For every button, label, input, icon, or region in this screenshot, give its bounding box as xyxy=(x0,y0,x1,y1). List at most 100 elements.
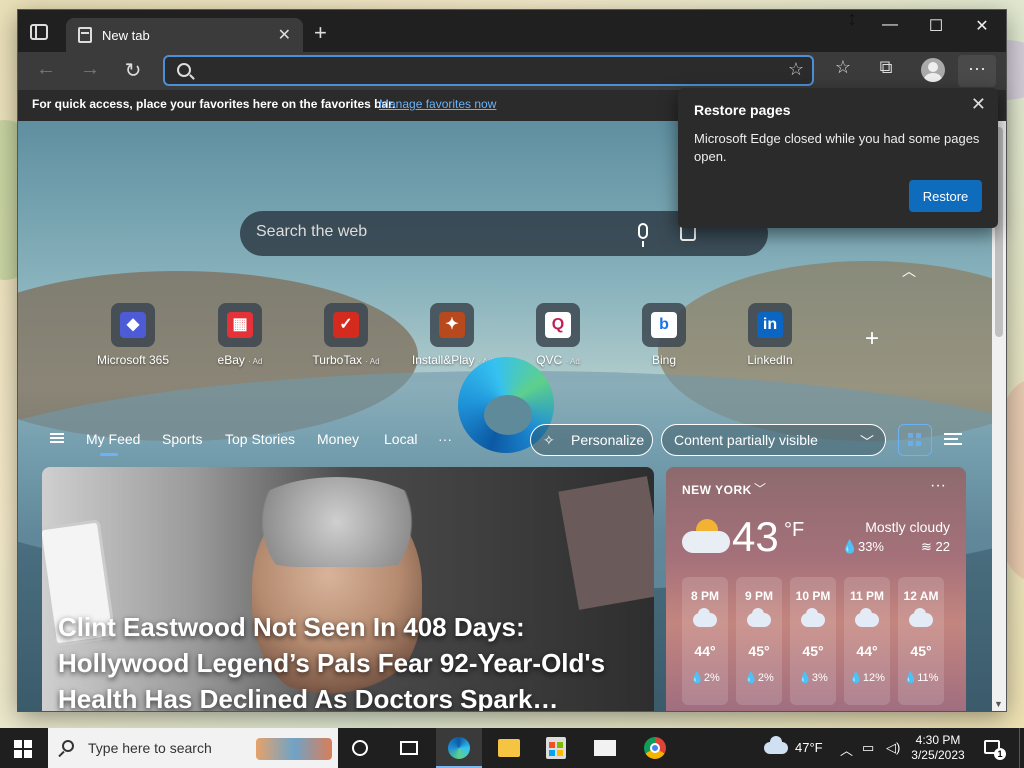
tab-my-feed[interactable]: My Feed xyxy=(86,431,140,456)
edge-icon xyxy=(448,737,470,759)
chevron-down-icon[interactable]: ﹀ xyxy=(754,480,766,497)
minimize-button[interactable]: — xyxy=(870,16,910,34)
close-dialog-icon[interactable]: ✕ xyxy=(971,94,986,115)
show-desktop-button[interactable] xyxy=(1019,728,1024,768)
tab-title: New tab xyxy=(102,28,150,43)
address-input[interactable] xyxy=(203,61,763,81)
hero-news-card[interactable]: Clint Eastwood Not Seen In 408 Days: Hol… xyxy=(42,467,654,711)
quick-link-logo-icon: b xyxy=(651,312,677,338)
quick-link-tile[interactable]: ✓ xyxy=(324,303,368,347)
new-tab-button[interactable]: + xyxy=(314,22,327,44)
cloud-icon xyxy=(747,608,771,627)
tab-new-tab[interactable]: New tab ✕ xyxy=(66,18,303,52)
manage-favorites-link[interactable]: Manage favorites now xyxy=(379,97,496,111)
quick-link-label: TurboTax · Ad xyxy=(298,353,394,367)
chevron-up-icon[interactable]: ︿ xyxy=(840,740,853,759)
quick-link-logo-icon: ✓ xyxy=(333,312,359,338)
chrome-icon[interactable] xyxy=(644,737,666,759)
settings-more-button[interactable]: ··· xyxy=(958,55,996,87)
quick-link-tile[interactable]: b xyxy=(642,303,686,347)
system-clock[interactable]: 4:30 PM 3/25/2023 xyxy=(906,733,970,763)
favorites-icon[interactable]: ☆ xyxy=(828,57,858,78)
task-view-icon[interactable] xyxy=(400,741,418,755)
partly-cloudy-icon xyxy=(682,519,730,555)
list-layout-icon[interactable] xyxy=(944,433,962,445)
quick-link-tile[interactable]: Q xyxy=(536,303,580,347)
quick-link-install-play[interactable]: ✦Install&Play · Ad xyxy=(404,303,500,367)
quick-link-tile[interactable]: in xyxy=(748,303,792,347)
hero-headline[interactable]: Clint Eastwood Not Seen In 408 Days: Hol… xyxy=(58,609,638,711)
network-icon[interactable]: ▭ xyxy=(862,740,874,756)
quick-link-qvc[interactable]: Q QVC · Ad xyxy=(510,303,606,367)
personalize-button[interactable]: ✧ Personalize xyxy=(530,424,653,456)
restore-pages-dialog: Restore pages ✕ Microsoft Edge closed wh… xyxy=(678,88,998,228)
title-bar: New tab ✕ + ↕ — ☐ ✕ xyxy=(18,10,1006,52)
collections-icon[interactable]: ⧉ xyxy=(871,57,901,78)
hourly-forecast-item[interactable]: 12 AM 45° 💧11% xyxy=(898,577,944,705)
tab-close-icon[interactable]: ✕ xyxy=(278,25,291,45)
cortana-icon[interactable] xyxy=(352,740,368,756)
hourly-forecast-item[interactable]: 11 PM 44° 💧12% xyxy=(844,577,890,705)
tab-money[interactable]: Money xyxy=(317,431,359,447)
weather-cloud-icon[interactable] xyxy=(764,736,788,754)
tab-local[interactable]: Local xyxy=(384,431,417,447)
weather-card[interactable]: NEW YORK ﹀ ··· 43 °F Mostly cloudy 💧33% … xyxy=(666,467,966,711)
microphone-icon[interactable] xyxy=(638,223,648,247)
back-arrow-icon[interactable]: ← xyxy=(31,58,61,81)
taskbar-search-box[interactable] xyxy=(48,728,338,768)
restore-dialog-title: Restore pages xyxy=(694,102,791,118)
refresh-icon[interactable]: ↻ xyxy=(118,58,148,83)
mail-icon[interactable] xyxy=(594,740,616,756)
restore-button[interactable]: Restore xyxy=(909,180,982,212)
chevron-up-icon[interactable]: ︿ xyxy=(902,261,916,281)
ad-badge: · Ad xyxy=(365,357,380,366)
forecast-time: 11 PM xyxy=(849,589,885,603)
tab-sports[interactable]: Sports xyxy=(162,431,202,447)
microsoft-store-icon[interactable] xyxy=(546,737,566,759)
taskbar-weather-temp[interactable]: 47°F xyxy=(795,740,823,755)
close-window-button[interactable]: ✕ xyxy=(962,16,1002,36)
quick-link-tile[interactable]: ▦ xyxy=(218,303,262,347)
quick-link-name: QVC xyxy=(536,353,563,367)
forecast-temp: 45° xyxy=(748,643,770,659)
grid-layout-icon[interactable] xyxy=(898,424,932,456)
more-tabs-button[interactable]: ··· xyxy=(438,431,452,447)
taskbar-search-input[interactable] xyxy=(88,740,258,756)
add-favorite-icon[interactable]: ☆ xyxy=(788,59,804,80)
quick-link-linkedin[interactable]: in LinkedIn xyxy=(722,303,818,367)
scroll-down-icon[interactable]: ▼ xyxy=(994,699,1003,709)
start-windows-icon[interactable] xyxy=(14,740,32,758)
ad-badge: · Ad xyxy=(248,357,263,366)
chevron-down-icon: ﹀ xyxy=(860,434,874,450)
maximize-button[interactable]: ☐ xyxy=(916,16,956,36)
quick-link-bing[interactable]: b Bing xyxy=(616,303,712,367)
quick-link-tile[interactable]: ◆ xyxy=(111,303,155,347)
tab-top-stories[interactable]: Top Stories xyxy=(225,431,295,447)
hourly-forecast-item[interactable]: 10 PM 45° 💧3% xyxy=(790,577,836,705)
quick-link-microsoft-365[interactable]: ◆ Microsoft 365 xyxy=(85,303,181,367)
forward-arrow-icon[interactable]: → xyxy=(75,58,105,81)
quick-link-tile[interactable]: ✦ xyxy=(430,303,474,347)
forecast-time: 12 AM xyxy=(903,589,939,603)
file-explorer-icon[interactable] xyxy=(498,739,520,757)
add-shortcut-icon[interactable]: + xyxy=(865,325,879,353)
content-visibility-dropdown[interactable]: Content partially visible ﹀ xyxy=(661,424,886,456)
search-icon xyxy=(62,740,74,752)
forecast-precip: 💧2% xyxy=(690,672,720,684)
quick-link-turbotax[interactable]: ✓ TurboTax · Ad xyxy=(298,303,394,367)
profile-avatar[interactable] xyxy=(921,58,945,82)
page-icon xyxy=(78,27,92,43)
feed-navigation: My Feed Sports Top Stories Money Local ·… xyxy=(18,421,992,461)
web-search-input[interactable] xyxy=(256,223,616,241)
hourly-forecast-item[interactable]: 9 PM 45° 💧2% xyxy=(736,577,782,705)
volume-icon[interactable]: ◁) xyxy=(886,740,900,756)
tab-actions-icon[interactable] xyxy=(30,24,48,40)
weather-more-icon[interactable]: ··· xyxy=(930,477,946,495)
quick-link-name: eBay xyxy=(217,353,245,367)
menu-icon[interactable] xyxy=(50,433,64,443)
weather-city[interactable]: NEW YORK xyxy=(682,483,752,497)
quick-link-ebay[interactable]: ▦ eBay · Ad xyxy=(192,303,288,367)
address-bar[interactable]: ☆ xyxy=(163,55,814,86)
hourly-forecast-item[interactable]: 8 PM 44° 💧2% xyxy=(682,577,728,705)
quick-link-label: eBay · Ad xyxy=(192,353,288,367)
